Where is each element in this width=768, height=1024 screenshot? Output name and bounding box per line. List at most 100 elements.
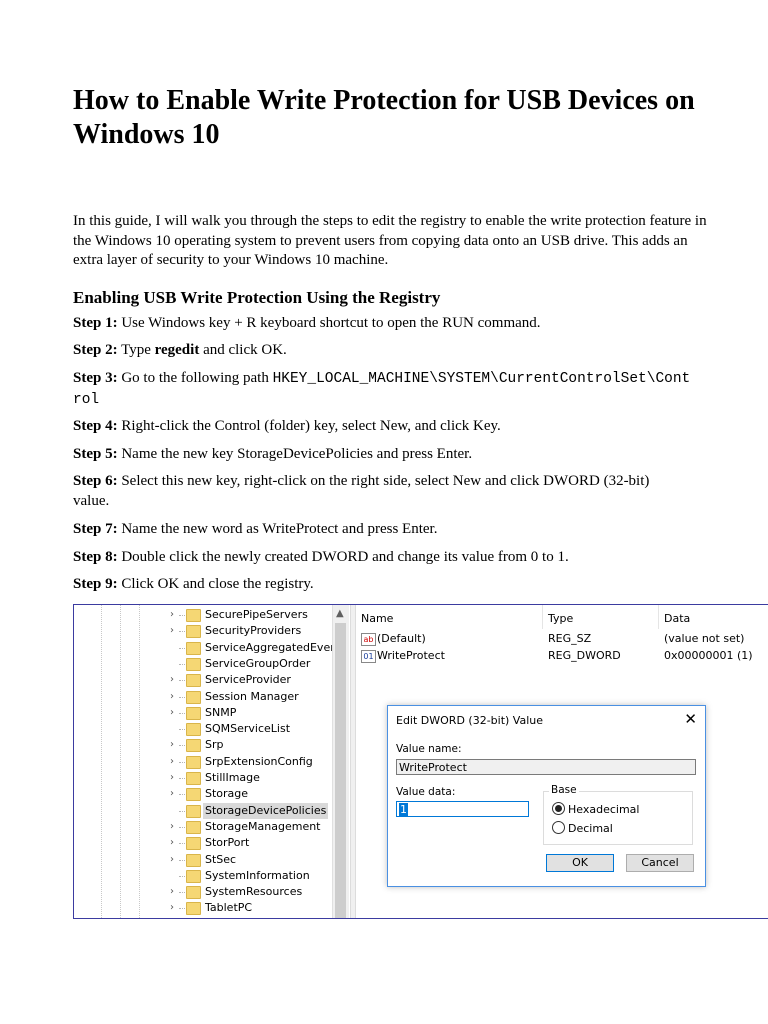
radio-label: Decimal — [568, 822, 613, 835]
decimal-radio[interactable]: Decimal — [552, 821, 613, 835]
tree-item-label: SecurityProviders — [205, 624, 302, 638]
tree-item[interactable]: › TabletPC — [74, 900, 349, 916]
tree-item[interactable]: › StSec — [74, 852, 349, 868]
value-data-input[interactable]: 1 — [396, 801, 529, 817]
folder-icon — [186, 625, 201, 639]
tree-item-label: StorageDevicePolicies — [203, 802, 329, 819]
tree-item[interactable]: › SecurePipeServers — [74, 607, 349, 623]
folder-icon — [186, 674, 201, 688]
column-header-data[interactable]: Data — [664, 612, 690, 625]
binary-value-icon: 01 — [361, 650, 376, 663]
tree-item-label: StorPort — [205, 836, 250, 850]
step-label: Step 8: — [73, 549, 118, 565]
ok-button[interactable]: OK — [546, 854, 614, 872]
tree-item[interactable]: › Session Manager — [74, 689, 349, 705]
chevron-right-icon[interactable]: › — [170, 837, 174, 848]
step-text: Name the new word as WriteProtect and pr… — [117, 521, 438, 537]
folder-icon — [186, 690, 201, 704]
tree-item[interactable]: › StillImage — [74, 770, 349, 786]
step-label: Step 7: — [73, 521, 118, 537]
value-row-writeprotect[interactable]: 01 WriteProtect REG_DWORD 0x00000001 (1) — [355, 648, 768, 664]
tree-item[interactable]: › Storage — [74, 786, 349, 802]
chevron-right-icon[interactable]: › — [170, 902, 174, 913]
step-label: Step 6: — [73, 473, 118, 489]
tree-item[interactable]: StorageDevicePolicies — [74, 802, 349, 819]
tree-item[interactable]: › StorageManagement — [74, 819, 349, 835]
chevron-right-icon[interactable]: › — [170, 691, 174, 702]
value-type: REG_DWORD — [548, 649, 621, 662]
scroll-up-icon[interactable]: ▲ — [336, 608, 344, 619]
chevron-right-icon[interactable]: › — [170, 772, 174, 783]
value-row-default[interactable]: ab (Default) REG_SZ (value not set) — [355, 631, 768, 647]
value-data: (value not set) — [664, 632, 745, 645]
chevron-right-icon[interactable]: › — [170, 788, 174, 799]
value-data: 0x00000001 (1) — [664, 649, 753, 662]
step-text: Select this new key, right-click on the … — [73, 473, 650, 509]
column-separator[interactable] — [542, 605, 543, 629]
chevron-right-icon[interactable]: › — [170, 609, 174, 620]
tree-item-label: SQMServiceList — [205, 722, 291, 736]
tree-item-label: SystemInformation — [205, 868, 310, 882]
chevron-right-icon[interactable]: › — [170, 674, 174, 685]
tree-item[interactable]: › SystemResources — [74, 884, 349, 900]
step-1: Step 1: Use Windows key + R keyboard sho… — [73, 314, 713, 334]
column-header-name[interactable]: Name — [361, 612, 393, 625]
step-text: and click OK. — [199, 342, 287, 358]
folder-icon — [186, 609, 201, 622]
step-label: Step 1: — [73, 315, 118, 331]
radio-selected-icon — [552, 802, 565, 815]
tree-item[interactable]: SystemInformation — [74, 868, 349, 884]
chevron-right-icon[interactable]: › — [170, 756, 174, 767]
tree-item[interactable]: ServiceGroupOrder — [74, 656, 349, 672]
folder-icon — [186, 706, 201, 720]
step-text: Use Windows key + R keyboard shortcut to… — [117, 315, 541, 331]
tree-scrollbar[interactable]: ▲ — [332, 605, 349, 918]
base-groupbox: Base Hexadecimal Decimal — [543, 784, 693, 845]
chevron-right-icon[interactable]: › — [170, 625, 174, 636]
step-text: Right-click the Control (folder) key, se… — [117, 418, 501, 434]
step-6: Step 6: Select this new key, right-click… — [73, 472, 688, 511]
hexadecimal-radio[interactable]: Hexadecimal — [552, 802, 639, 816]
tree-item-label: StorageManagement — [205, 819, 321, 833]
tree-item-label: SecurePipeServers — [205, 608, 308, 621]
value-name-field[interactable]: WriteProtect — [396, 759, 696, 775]
close-icon[interactable]: ✕ — [684, 710, 697, 728]
value-name: (Default) — [377, 632, 426, 645]
tree-item[interactable]: › SrpExtensionConfig — [74, 754, 349, 770]
step-command: regedit — [154, 342, 200, 358]
chevron-right-icon[interactable]: › — [170, 707, 174, 718]
intro-paragraph: In this guide, I will walk you through t… — [73, 213, 707, 268]
folder-icon — [186, 657, 201, 671]
chevron-right-icon[interactable]: › — [170, 854, 174, 865]
tree-item-label: Session Manager — [205, 689, 299, 703]
tree-item[interactable]: › StorPort — [74, 835, 349, 851]
chevron-right-icon[interactable]: › — [170, 739, 174, 750]
radio-unselected-icon — [552, 821, 565, 834]
tree-item-label: SNMP — [205, 705, 237, 719]
tree-item-label: ServiceProvider — [205, 673, 291, 687]
tree-item[interactable]: › SNMP — [74, 705, 349, 721]
tree-item[interactable]: › SecurityProviders — [74, 623, 349, 639]
step-2: Step 2: Type regedit and click OK. — [73, 341, 713, 361]
chevron-right-icon[interactable]: › — [170, 821, 174, 832]
folder-icon — [186, 902, 201, 916]
cancel-button[interactable]: Cancel — [626, 854, 694, 872]
folder-icon — [186, 837, 201, 851]
column-separator[interactable] — [658, 605, 659, 629]
value-name: WriteProtect — [377, 649, 445, 662]
column-header-type[interactable]: Type — [548, 612, 573, 625]
step-label: Step 3: — [73, 370, 118, 386]
tree-item-label: StillImage — [205, 771, 260, 784]
tree-item[interactable]: SQMServiceList — [74, 721, 349, 737]
tree-item-label: Srp — [205, 738, 224, 752]
tree-item[interactable]: › Srp — [74, 737, 349, 753]
folder-icon — [186, 723, 201, 737]
folder-icon — [186, 869, 201, 883]
scrollbar-thumb[interactable] — [335, 623, 346, 918]
step-7: Step 7: Name the new word as WriteProtec… — [73, 520, 713, 540]
step-label: Step 9: — [73, 576, 118, 592]
chevron-right-icon[interactable]: › — [170, 886, 174, 897]
tree-item[interactable]: ServiceAggregatedEvents — [74, 640, 349, 656]
tree-item-label: Storage — [205, 787, 249, 801]
tree-item[interactable]: › ServiceProvider — [74, 672, 349, 688]
